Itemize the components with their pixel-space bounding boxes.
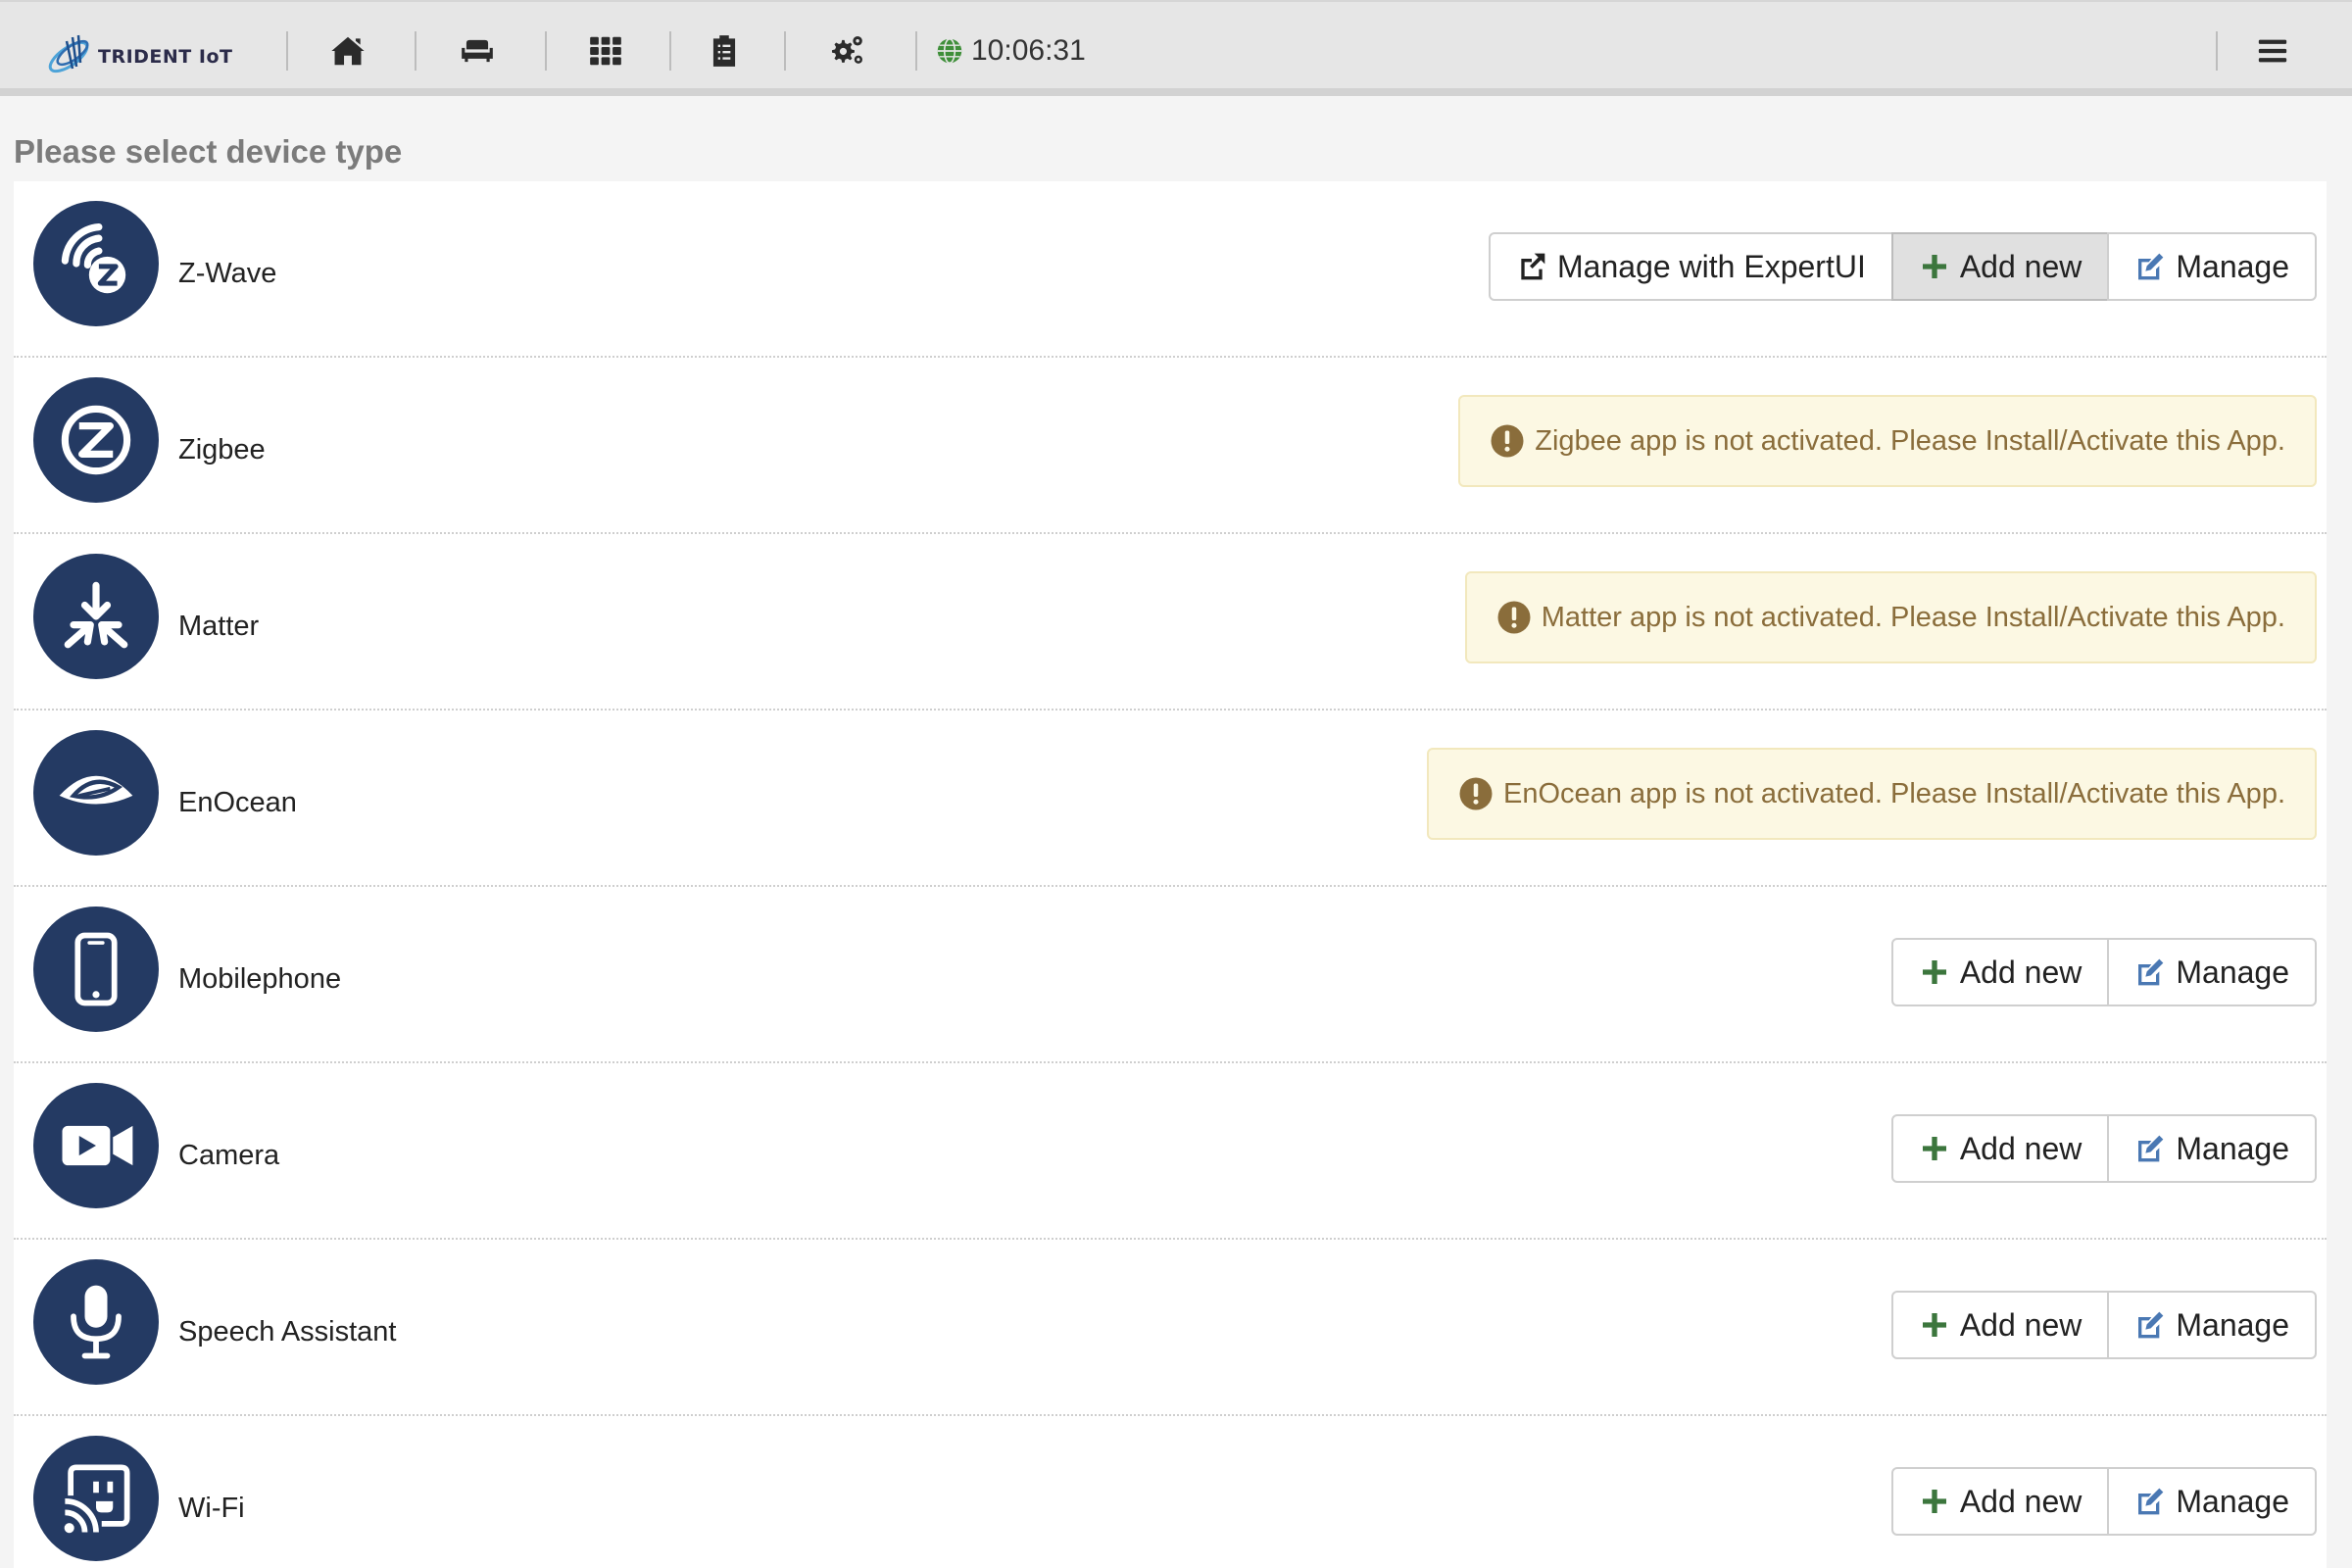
device-row-matter: Matter Matter app is not activated. Plea… xyxy=(14,534,2327,710)
exclamation-circle-icon xyxy=(1491,424,1524,458)
add-new-button[interactable]: Add new xyxy=(1890,1291,2110,1359)
external-link-icon xyxy=(1521,253,1545,280)
wifi-icon xyxy=(33,1436,159,1561)
device-label: Wi-Fi xyxy=(178,1493,245,1524)
exclamation-circle-icon xyxy=(1497,601,1531,634)
edit-icon xyxy=(2138,958,2164,986)
plus-icon xyxy=(1922,255,1946,278)
clock-time: 10:06:31 xyxy=(971,34,1086,67)
matter-icon xyxy=(33,554,159,679)
trident-logo-icon xyxy=(48,34,89,74)
plus-icon xyxy=(1922,960,1946,984)
clock-display: 10:06:31 xyxy=(936,31,1086,71)
sofa-icon[interactable] xyxy=(454,27,501,74)
device-row-mobilephone: Mobilephone Add new Manage xyxy=(14,887,2327,1063)
trident-logo[interactable]: TRIDENT IoT xyxy=(43,25,239,80)
manage-button[interactable]: Manage xyxy=(2107,232,2317,301)
nav-separator xyxy=(915,31,917,71)
mobilephone-icon xyxy=(33,906,159,1032)
logo-text: TRIDENT IoT xyxy=(98,46,233,68)
manage-button[interactable]: Manage xyxy=(2107,1291,2317,1359)
device-row-zwave: Z-Wave Manage with ExpertUI Add new Mana… xyxy=(14,181,2327,358)
device-label: Z-Wave xyxy=(178,258,277,289)
edit-icon xyxy=(2138,253,2164,280)
edit-icon xyxy=(2138,1488,2164,1515)
add-new-button[interactable]: Add new xyxy=(1890,1467,2110,1536)
device-label: Speech Assistant xyxy=(178,1316,397,1348)
device-row-speech-assistant: Speech Assistant Add new Manage xyxy=(14,1240,2327,1416)
exclamation-circle-icon xyxy=(1459,777,1493,810)
nav-separator xyxy=(2216,31,2218,71)
app-not-activated-alert: Zigbee app is not activated. Please Inst… xyxy=(1458,395,2317,487)
page-heading: Please select device type xyxy=(14,133,403,170)
plus-icon xyxy=(1922,1313,1946,1337)
home-icon[interactable] xyxy=(324,27,371,74)
plus-icon xyxy=(1922,1490,1946,1513)
app-not-activated-alert: EnOcean app is not activated. Please Ins… xyxy=(1427,748,2317,840)
manage-button[interactable]: Manage xyxy=(2107,1467,2317,1536)
device-row-wifi: Wi-Fi Add new Manage xyxy=(14,1416,2327,1568)
alert-text: Zigbee app is not activated. Please Inst… xyxy=(1535,424,2285,457)
clipboard-icon[interactable] xyxy=(701,27,748,74)
grid-icon[interactable] xyxy=(582,27,629,74)
camera-icon xyxy=(33,1083,159,1208)
plus-icon xyxy=(1922,1137,1946,1160)
zwave-icon xyxy=(33,201,159,326)
edit-icon xyxy=(2138,1135,2164,1162)
gears-icon[interactable] xyxy=(823,27,870,74)
device-label: Camera xyxy=(178,1140,280,1171)
zwave-button-group: Manage with ExpertUI Add new Manage xyxy=(1489,232,2317,301)
microphone-icon xyxy=(33,1259,159,1385)
speech-assistant-button-group: Add new Manage xyxy=(1890,1291,2317,1359)
nav-separator xyxy=(415,31,416,71)
nav-separator xyxy=(669,31,671,71)
manage-button[interactable]: Manage xyxy=(2107,1114,2317,1183)
device-label: EnOcean xyxy=(178,787,297,818)
edit-icon xyxy=(2138,1311,2164,1339)
alert-text: EnOcean app is not activated. Please Ins… xyxy=(1503,777,2285,809)
wifi-button-group: Add new Manage xyxy=(1890,1467,2317,1536)
device-row-enocean: EnOcean EnOcean app is not activated. Pl… xyxy=(14,710,2327,887)
manage-with-expertui-button[interactable]: Manage with ExpertUI xyxy=(1489,232,1893,301)
camera-button-group: Add new Manage xyxy=(1890,1114,2317,1183)
app-not-activated-alert: Matter app is not activated. Please Inst… xyxy=(1464,571,2317,663)
mobilephone-button-group: Add new Manage xyxy=(1890,938,2317,1006)
device-label: Zigbee xyxy=(178,434,266,466)
manage-button[interactable]: Manage xyxy=(2107,938,2317,1006)
nav-separator xyxy=(286,31,288,71)
device-type-list: Z-Wave Manage with ExpertUI Add new Mana… xyxy=(14,181,2327,1568)
nav-separator xyxy=(784,31,786,71)
hamburger-menu-button[interactable] xyxy=(2248,27,2297,74)
device-label: Mobilephone xyxy=(178,963,342,995)
device-row-zigbee: Zigbee Zigbee app is not activated. Plea… xyxy=(14,358,2327,534)
globe-icon xyxy=(937,37,962,65)
nav-separator xyxy=(545,31,547,71)
add-new-button[interactable]: Add new xyxy=(1890,1114,2110,1183)
device-row-camera: Camera Add new Manage xyxy=(14,1063,2327,1240)
alert-text: Matter app is not activated. Please Inst… xyxy=(1541,601,2285,633)
top-navbar: TRIDENT IoT 10:06:31 xyxy=(0,0,2352,96)
device-label: Matter xyxy=(178,611,260,642)
add-new-button[interactable]: Add new xyxy=(1890,232,2110,301)
hamburger-icon xyxy=(2258,39,2287,63)
zigbee-icon xyxy=(33,377,159,503)
enocean-icon xyxy=(33,730,159,856)
add-new-button[interactable]: Add new xyxy=(1890,938,2110,1006)
